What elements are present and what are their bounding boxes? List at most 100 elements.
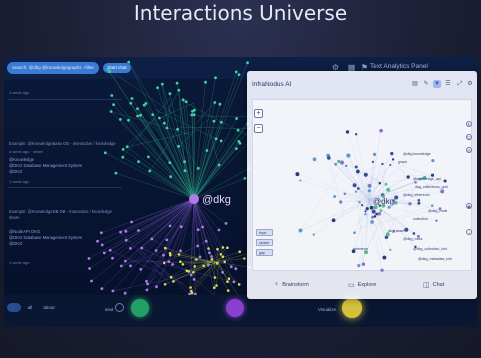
dialog-graph-node[interactable] [367,189,371,193]
reload-icon[interactable]: ↻ [466,121,472,127]
graph-node[interactable] [167,260,171,263]
dialog-graph-node[interactable] [391,158,395,161]
graph-node[interactable] [139,113,143,117]
dialog-graph-node[interactable] [406,175,410,179]
graph-node[interactable] [226,280,229,283]
graph-node[interactable] [189,273,193,277]
graph-node[interactable] [175,81,179,85]
graph-node[interactable] [215,284,218,287]
dialog-graph-node[interactable] [371,215,374,219]
graph-node[interactable] [224,222,228,225]
graph-node[interactable] [146,282,149,286]
graph-node[interactable] [183,160,187,164]
graph-node[interactable] [137,160,140,164]
graph-node[interactable] [210,258,214,261]
filter-pill-about[interactable]: about [40,303,58,312]
dialog-graph-node[interactable] [417,201,421,205]
dialog-graph-node[interactable] [387,205,391,209]
graph-node[interactable] [238,141,242,145]
dialog-graph-node[interactable] [295,172,300,177]
graph-node[interactable] [130,220,133,224]
feed-item-text[interactable]: Example: @KnowledgeBase DB - Interactive… [9,141,121,147]
dialog-graph-node[interactable] [379,128,383,133]
graph-node[interactable] [137,229,140,232]
dialog-graph-node[interactable] [357,264,361,268]
dialog-graph-node[interactable] [408,202,412,206]
dialog-graph-node[interactable] [334,162,338,166]
graph-node[interactable] [181,263,185,266]
feed-item-tags[interactable]: @Knowledge @DKG Database Management Syst… [9,157,121,175]
graph-node[interactable] [192,278,196,281]
graph-node[interactable] [179,249,182,253]
dialog-graph-node[interactable] [371,160,375,164]
graph-node[interactable] [168,161,172,164]
dialog-graph-node[interactable] [417,199,421,202]
graph-node[interactable] [187,270,191,273]
graph-node[interactable] [144,102,148,105]
graph-node[interactable] [235,147,238,150]
graph-node[interactable] [217,228,221,232]
graph-node[interactable] [238,250,241,253]
graph-node[interactable] [226,246,229,249]
graph-node[interactable] [162,253,165,257]
graph-node[interactable] [125,145,129,149]
graph-node[interactable] [189,286,192,289]
graph-node[interactable] [207,263,210,267]
graph-node[interactable] [176,127,180,131]
graph-node[interactable] [217,163,221,167]
graph-node[interactable] [165,238,169,242]
graph-node[interactable] [214,137,218,141]
zoom-in-button[interactable]: + [254,109,263,118]
graph-node[interactable] [147,155,150,159]
graph-node[interactable] [226,289,230,292]
graph-node[interactable] [145,288,149,292]
graph-center-node[interactable] [189,194,199,204]
graph-node[interactable] [220,120,223,124]
dialog-graph-node[interactable] [364,210,367,213]
graph-node[interactable] [235,117,239,120]
graph-node[interactable] [229,265,233,269]
feed-item-text[interactable]: Example: @KnowledgeDB DB - Interactive /… [9,209,121,221]
expand-icon[interactable]: ◱ [466,134,472,140]
dialog-graph-node[interactable] [394,195,399,200]
tab-explore[interactable]: ▭ Explore [348,281,376,289]
graph-node[interactable] [145,279,148,283]
graph-node[interactable] [192,271,195,274]
graph-node[interactable] [156,86,160,90]
dialog-graph-node[interactable] [331,218,336,223]
graph-node[interactable] [127,60,131,64]
graph-node[interactable] [193,108,196,112]
graph-node[interactable] [227,277,231,280]
graph-node[interactable] [236,128,240,132]
graph-node[interactable] [162,121,166,125]
graph-node[interactable] [219,139,223,143]
dialog-graph-node[interactable] [372,152,377,157]
graph-node[interactable] [164,246,167,250]
graph-node[interactable] [213,101,217,104]
dialog-graph-node[interactable] [431,159,435,163]
dialog-graph-node[interactable] [361,262,366,266]
legend-item[interactable]: gap [256,249,273,256]
graph-node[interactable] [108,70,111,74]
dialog-graph-node[interactable] [340,160,344,165]
graph-node[interactable] [204,80,207,84]
dialog-graph-node[interactable] [346,153,351,158]
graph-node[interactable] [190,291,194,295]
graph-node[interactable] [213,286,216,289]
dialog-graph-node[interactable] [370,220,374,224]
graph-node[interactable] [172,280,175,283]
graph-node[interactable] [202,264,205,268]
graph-node[interactable] [216,247,219,251]
graph-node[interactable] [184,100,188,103]
dialog-graph-node[interactable] [345,130,350,134]
graph-node[interactable] [151,113,155,116]
graph-node[interactable] [168,224,172,228]
graph-node[interactable] [193,265,196,268]
dialog-graph-node[interactable] [358,200,361,204]
dialog-graph-node[interactable] [373,215,377,218]
dialog-graph-node[interactable] [375,212,378,216]
dialog-graph-node[interactable] [435,219,438,222]
graph-node[interactable] [214,76,217,80]
edit-icon[interactable]: ✎ [422,80,430,88]
graph-node[interactable] [130,97,134,100]
